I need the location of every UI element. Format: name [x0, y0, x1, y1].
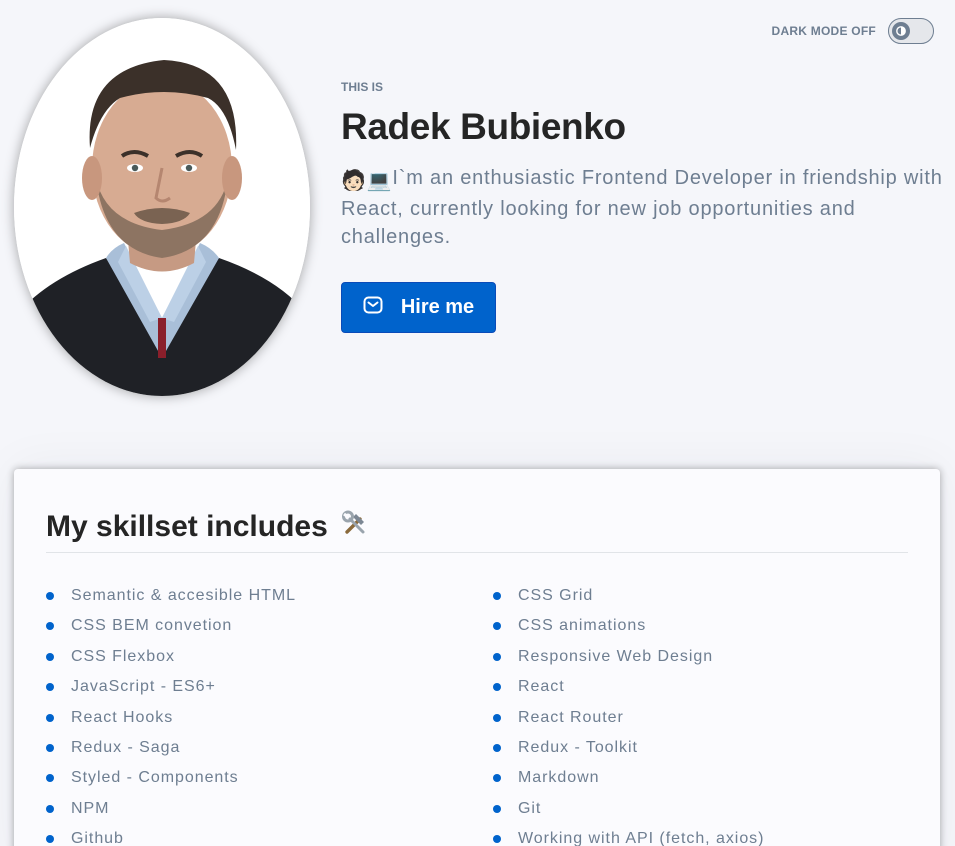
- skill-item: Git: [493, 794, 908, 824]
- profile-photo: [14, 18, 310, 396]
- bullet-icon: [493, 804, 501, 813]
- skill-label: Redux - Toolkit: [518, 738, 638, 756]
- skill-item: JavaScript - ES6+: [46, 672, 493, 702]
- skill-item: CSS BEM convetion: [46, 611, 493, 641]
- bullet-icon: [46, 683, 54, 692]
- skill-label: JavaScript - ES6+: [71, 678, 216, 696]
- skill-label: CSS Grid: [518, 587, 594, 604]
- skill-item: React Router: [493, 703, 908, 733]
- skill-item: Redux - Toolkit: [493, 733, 908, 763]
- sun-icon: [892, 22, 910, 40]
- skill-item: React: [493, 672, 908, 702]
- hire-me-button[interactable]: Hire me: [341, 282, 496, 333]
- page-title: Radek Bubienko: [341, 106, 626, 147]
- bullet-icon: [493, 713, 501, 722]
- skills-section: My skillset includes Semantic & accesibl…: [14, 469, 940, 846]
- skills-title-text: My skillset includes: [46, 509, 328, 543]
- bullet-icon: [493, 592, 501, 600]
- skill-label: Styled - Components: [71, 769, 239, 787]
- skill-label: Working with API (fetch, axios): [518, 830, 765, 846]
- bullet-icon: [493, 683, 501, 692]
- skill-label: NPM: [71, 799, 110, 817]
- skill-label: Markdown: [518, 769, 600, 787]
- hammer-wrench-icon: [340, 508, 370, 546]
- skill-label: Github: [71, 830, 124, 846]
- bullet-icon: [493, 743, 501, 752]
- intro-eyebrow: THIS IS: [341, 80, 384, 94]
- theme-switch: DARK MODE OFF: [772, 18, 934, 44]
- skill-item: NPM: [46, 794, 493, 824]
- skill-item: Styled - Components: [46, 763, 493, 793]
- dark-mode-toggle[interactable]: [888, 18, 934, 44]
- theme-label: DARK MODE OFF: [771, 24, 876, 38]
- skill-label: React Hooks: [71, 708, 174, 726]
- mail-icon: [363, 296, 383, 320]
- intro-description: 🧑🏻💻I`m an enthusiastic Frontend Develope…: [341, 164, 951, 251]
- skills-list: Semantic & accesible HTML CSS Grid CSS BEM…: [46, 581, 908, 846]
- bullet-icon: [493, 774, 501, 783]
- bullet-icon: [46, 835, 54, 844]
- skill-item: Responsive Web Design: [493, 642, 908, 672]
- developer-emoji-icon: 🧑🏻💻: [341, 170, 393, 192]
- bullet-icon: [46, 774, 54, 783]
- bullet-icon: [493, 652, 501, 661]
- skill-label: CSS Flexbox: [71, 647, 175, 665]
- bullet-icon: [46, 713, 54, 722]
- skills-title: My skillset includes: [46, 469, 908, 553]
- skill-label: CSS BEM convetion: [71, 617, 233, 635]
- intro-description-text: I`m an enthusiastic Frontend Developer i…: [341, 167, 943, 248]
- bullet-icon: [46, 652, 54, 661]
- skill-item: Markdown: [493, 763, 908, 793]
- skill-item: CSS Grid: [493, 581, 908, 611]
- skill-item: CSS animations: [493, 611, 908, 641]
- skill-label: React Router: [518, 708, 624, 726]
- skill-label: Redux - Saga: [71, 738, 181, 756]
- hire-me-label: Hire me: [400, 296, 475, 318]
- skill-label: Semantic & accesible HTML: [71, 587, 296, 604]
- portfolio-page: DARK MODE OFF THIS IS Radek Bubienko 🧑🏻💻…: [0, 0, 955, 846]
- skill-item: Working with API (fetch, axios): [493, 824, 908, 846]
- skill-item: React Hooks: [46, 703, 493, 733]
- bullet-icon: [493, 835, 501, 844]
- skill-label: Git: [518, 799, 542, 817]
- bullet-icon: [46, 804, 54, 813]
- skill-item: CSS Flexbox: [46, 642, 493, 672]
- skill-label: React: [518, 678, 565, 696]
- intro: THIS IS Radek Bubienko 🧑🏻💻I`m an enthusi…: [341, 80, 951, 251]
- bullet-icon: [46, 622, 54, 631]
- skill-label: CSS animations: [518, 617, 647, 635]
- skill-label: Responsive Web Design: [518, 647, 714, 665]
- skill-item: Redux - Saga: [46, 733, 493, 763]
- skill-item: Semantic & accesible HTML: [46, 581, 493, 611]
- bullet-icon: [46, 743, 54, 752]
- bullet-icon: [46, 592, 54, 600]
- skill-item: Github: [46, 824, 493, 846]
- bullet-icon: [493, 622, 501, 631]
